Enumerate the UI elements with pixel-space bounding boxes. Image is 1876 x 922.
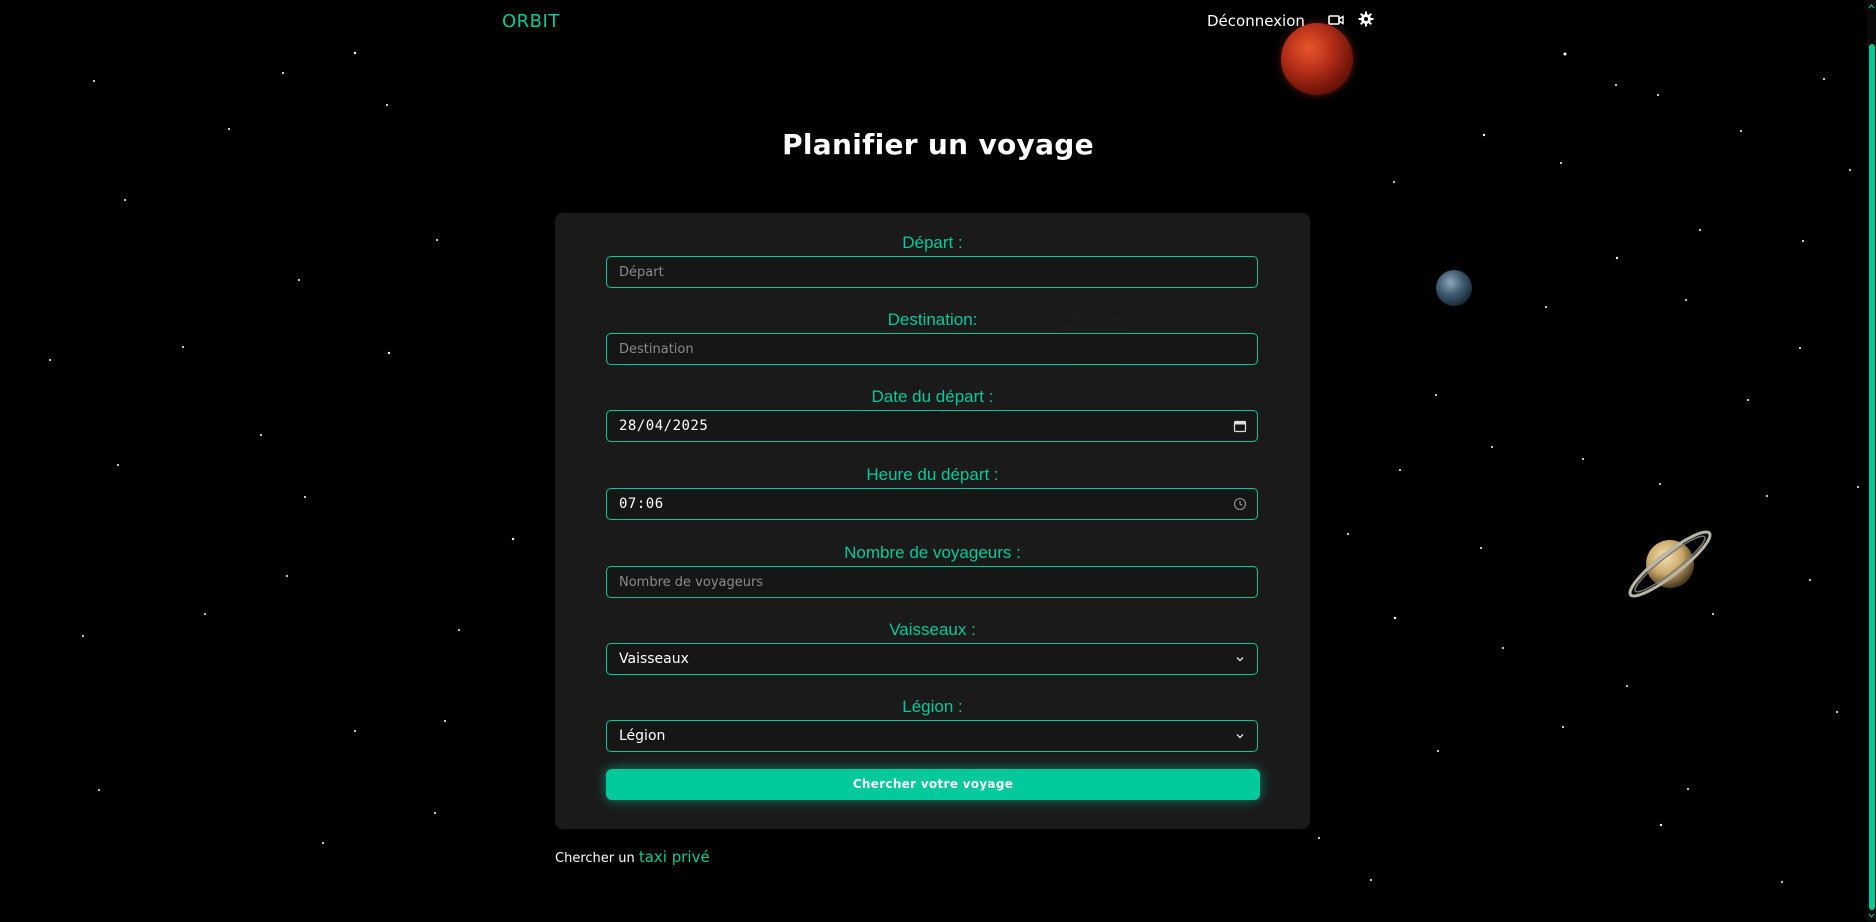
brand-logo[interactable]: ORBIT (502, 11, 560, 32)
time-label: Heure du départ : (866, 465, 999, 484)
date-input[interactable]: 28/04/2025 (606, 410, 1258, 442)
private-taxi-link[interactable]: taxi privé (639, 848, 710, 866)
search-trip-button[interactable]: Chercher votre voyage (606, 769, 1260, 800)
scrollbar-thumb[interactable] (1869, 44, 1875, 910)
destination-label: Destination: (887, 310, 978, 329)
legion-select[interactable]: Légion (606, 720, 1258, 752)
destination-input[interactable]: Destination (606, 333, 1258, 365)
taxi-line: Chercher un taxi privé (555, 848, 710, 866)
date-label: Date du départ : (871, 387, 994, 406)
date-value: 28/04/2025 (619, 418, 709, 434)
legion-selected: Légion (619, 728, 666, 744)
scrollbar-track[interactable] (1867, 0, 1876, 922)
travelers-input[interactable]: Nombre de voyageurs (606, 566, 1258, 598)
scroll-up-arrow-icon[interactable] (1868, 3, 1875, 10)
time-input[interactable]: 07:06 (606, 488, 1258, 520)
chevron-down-icon (1236, 657, 1244, 662)
scroll-down-arrow-icon[interactable] (1868, 912, 1875, 919)
logout-button[interactable]: Déconnexion (1207, 12, 1305, 30)
taxi-prefix: Chercher un (555, 851, 639, 866)
time-value: 07:06 (619, 496, 664, 512)
depart-label: Départ : (902, 233, 963, 252)
calendar-icon[interactable] (1233, 419, 1247, 433)
depart-placeholder: Départ (619, 264, 664, 280)
ships-selected: Vaisseaux (619, 651, 689, 667)
legion-label: Légion : (902, 697, 963, 716)
depart-input[interactable]: Départ (606, 256, 1258, 288)
earth-planet-image (1436, 270, 1472, 306)
top-navbar: ORBIT Déconnexion (0, 0, 1876, 44)
travelers-placeholder: Nombre de voyageurs (619, 574, 764, 590)
gear-icon[interactable] (1358, 11, 1374, 27)
travelers-label: Nombre de voyageurs : (844, 543, 1021, 562)
page: ORBIT Déconnexion Planifier un voyage Dé… (0, 0, 1876, 922)
trip-form-card: Départ : Départ Destination: Destination… (555, 213, 1310, 829)
clock-icon[interactable] (1233, 497, 1247, 511)
destination-placeholder: Destination (619, 341, 694, 357)
camera-icon[interactable] (1328, 13, 1344, 27)
ships-select[interactable]: Vaisseaux (606, 643, 1258, 675)
page-title: Planifier un voyage (782, 128, 1094, 161)
ships-label: Vaisseaux : (889, 620, 976, 639)
saturn-planet-image (1628, 530, 1712, 598)
chevron-down-icon (1236, 734, 1244, 739)
